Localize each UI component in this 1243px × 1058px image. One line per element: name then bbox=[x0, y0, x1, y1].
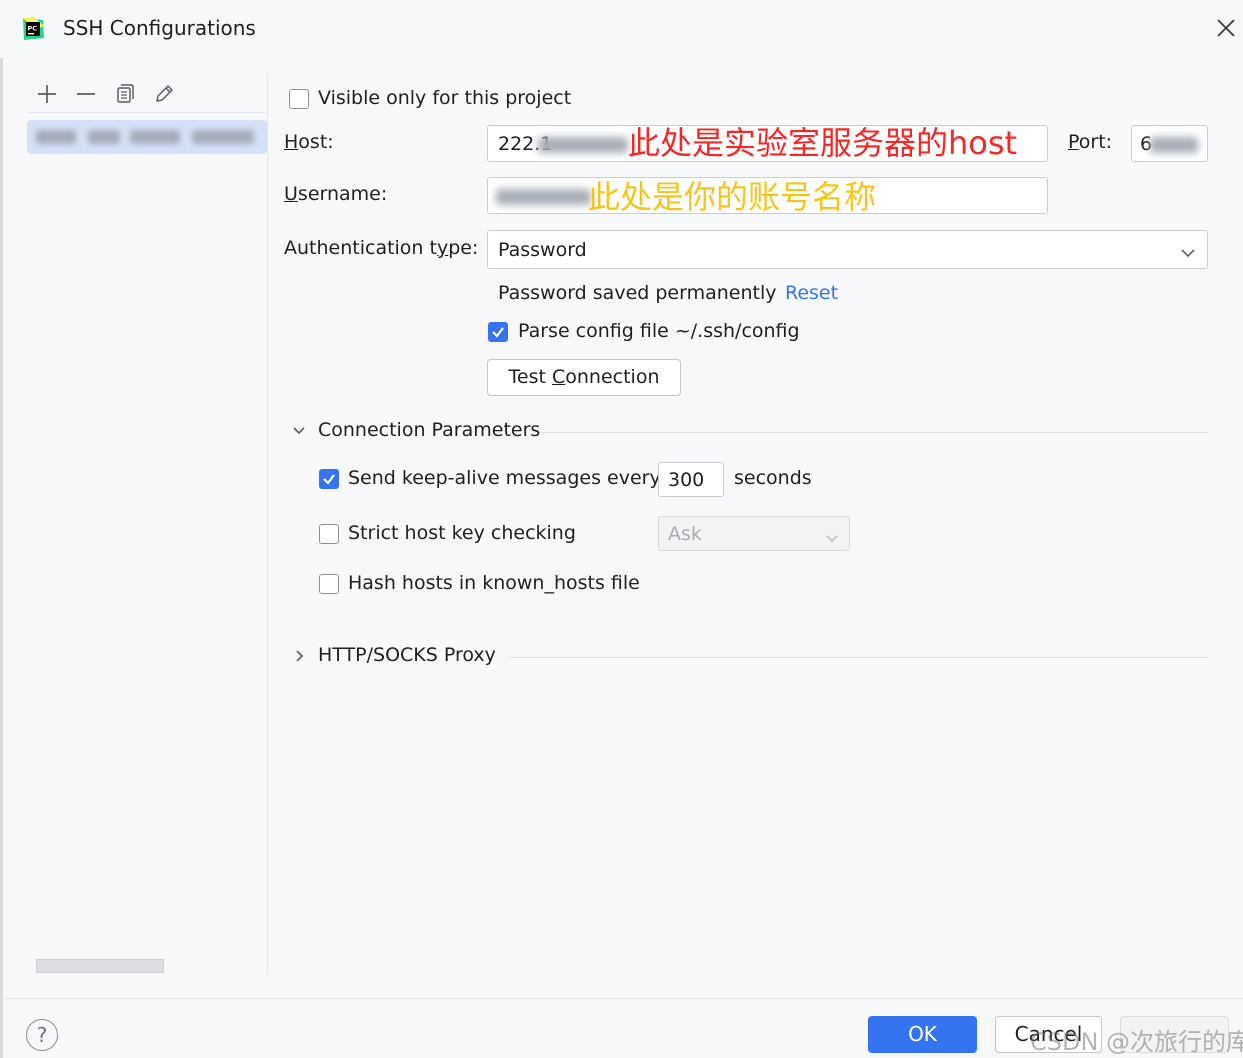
footer-divider bbox=[0, 998, 1243, 999]
proxy-section-title[interactable]: HTTP/SOCKS Proxy bbox=[318, 644, 496, 666]
window-title: SSH Configurations bbox=[63, 16, 256, 40]
hash-hosts-label: Hash hosts in known_hosts file bbox=[348, 572, 640, 594]
check-icon bbox=[323, 474, 335, 485]
password-status: Password saved permanently bbox=[498, 282, 777, 304]
minus-icon bbox=[71, 92, 101, 114]
keepalive-checkbox[interactable] bbox=[319, 469, 339, 489]
auth-type-value: Password bbox=[498, 239, 587, 261]
username-annotation: 此处是你的账号名称 bbox=[588, 178, 877, 216]
chevron-down-icon bbox=[825, 528, 839, 550]
section-divider bbox=[510, 657, 1208, 658]
keepalive-value: 300 bbox=[668, 469, 705, 491]
edit-config-button[interactable] bbox=[149, 79, 179, 109]
visible-only-checkbox[interactable] bbox=[289, 89, 309, 109]
strict-host-option: Ask bbox=[668, 523, 702, 545]
keepalive-interval-input[interactable]: 300 bbox=[658, 462, 724, 497]
username-label: Username: bbox=[284, 183, 388, 205]
panel-splitter[interactable] bbox=[267, 74, 268, 974]
strict-host-label: Strict host key checking bbox=[348, 522, 576, 544]
connection-parameters-title[interactable]: Connection Parameters bbox=[318, 419, 540, 441]
pycharm-logo-icon: PC bbox=[20, 16, 46, 42]
close-icon[interactable] bbox=[1212, 14, 1240, 42]
hash-hosts-checkbox[interactable] bbox=[319, 574, 339, 594]
strict-host-dropdown[interactable]: Ask bbox=[658, 516, 850, 551]
parse-config-checkbox[interactable] bbox=[488, 322, 508, 342]
host-label: Host: bbox=[284, 131, 334, 153]
remove-config-button[interactable] bbox=[71, 79, 101, 109]
watermark: CSDN @次旅行的库 bbox=[1030, 1028, 1243, 1056]
test-connection-label: Test Connection bbox=[508, 366, 660, 388]
keepalive-unit: seconds bbox=[734, 467, 812, 489]
redacted-text bbox=[538, 137, 628, 153]
keepalive-label: Send keep-alive messages every bbox=[348, 467, 661, 489]
chevron-down-icon bbox=[1180, 243, 1196, 265]
chevron-right-icon[interactable] bbox=[291, 647, 307, 669]
parse-config-label: Parse config file ~/.ssh/config bbox=[518, 320, 800, 342]
redacted-text bbox=[192, 130, 254, 144]
host-annotation: 此处是实验室服务器的host bbox=[628, 124, 1018, 162]
chevron-down-icon[interactable] bbox=[291, 422, 307, 444]
copy-config-button[interactable] bbox=[110, 79, 140, 109]
edit-pencil-icon bbox=[149, 85, 179, 114]
auth-type-label: Authentication type: bbox=[284, 237, 479, 259]
port-label: Port: bbox=[1068, 131, 1113, 153]
reset-link[interactable]: Reset bbox=[785, 282, 838, 304]
add-config-button[interactable] bbox=[32, 79, 62, 109]
window-edge bbox=[0, 58, 3, 1058]
redacted-text bbox=[496, 189, 591, 205]
redacted-text bbox=[88, 130, 120, 144]
redacted-text bbox=[130, 130, 180, 144]
visible-only-label: Visible only for this project bbox=[318, 87, 572, 109]
help-button[interactable]: ? bbox=[26, 1019, 58, 1051]
toolbar-divider bbox=[28, 112, 266, 113]
check-icon bbox=[492, 327, 504, 338]
redacted-text bbox=[36, 130, 76, 144]
port-input[interactable]: 6 bbox=[1131, 125, 1208, 162]
auth-type-dropdown[interactable]: Password bbox=[487, 230, 1208, 269]
svg-text:PC: PC bbox=[28, 25, 38, 33]
horizontal-scrollbar[interactable] bbox=[36, 959, 164, 973]
section-divider bbox=[540, 432, 1208, 433]
plus-icon bbox=[32, 85, 62, 114]
copy-icon bbox=[110, 84, 140, 114]
strict-host-checkbox[interactable] bbox=[319, 524, 339, 544]
redacted-text bbox=[1150, 137, 1198, 153]
test-connection-button[interactable]: Test Connection bbox=[487, 359, 681, 396]
ok-button[interactable]: OK bbox=[868, 1016, 977, 1053]
